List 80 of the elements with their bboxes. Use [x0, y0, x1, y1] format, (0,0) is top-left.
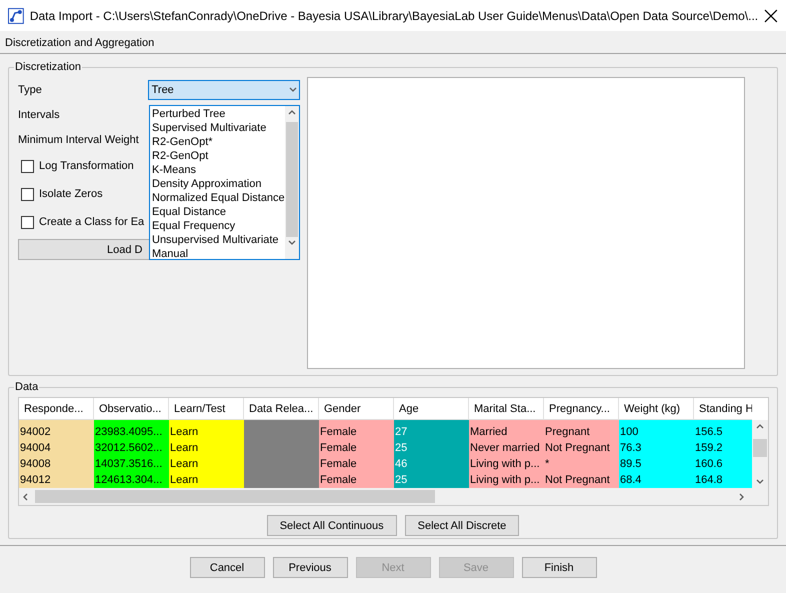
table-cell-text: Female — [319, 457, 358, 472]
checkbox-label: Log Transformation — [39, 160, 134, 172]
table-cell-text: 94004 — [19, 441, 52, 456]
table-cell-text: 156.5 — [694, 425, 724, 440]
scroll-thumb[interactable] — [753, 439, 767, 457]
table-cell-text: Learn — [169, 457, 200, 472]
dropdown-option[interactable]: R2-GenOpt* — [150, 135, 285, 149]
table-cell-text: Female — [319, 441, 358, 456]
column-header[interactable]: Learn/Test — [169, 398, 244, 420]
footer-button[interactable]: Cancel — [190, 557, 264, 578]
field-label: Intervals — [18, 108, 61, 120]
table-cell-text: 89.5 — [619, 457, 642, 472]
column-header[interactable]: Responde... — [19, 398, 94, 420]
table-cell-text: 14037.3516... — [94, 457, 164, 472]
dropdown-option[interactable]: Equal Frequency — [150, 219, 285, 233]
footer-button[interactable]: Previous — [272, 557, 348, 578]
column-header[interactable]: Age — [394, 398, 469, 420]
checkbox[interactable] — [21, 188, 34, 200]
table-cell-text: Living with p... — [469, 473, 541, 488]
dropdown-option[interactable]: K-Means — [150, 163, 285, 177]
table-cell-text: 25 — [394, 441, 408, 456]
table-cell-text: 68.4 — [619, 473, 642, 488]
table-cell-text: Female — [319, 473, 358, 488]
table-cell-text: Married — [469, 425, 508, 440]
table-cell-text: Never married — [469, 441, 541, 456]
table-cell-text: Learn — [169, 425, 200, 440]
table-cell-text: 23983.4095... — [94, 425, 164, 440]
table-cell-text: 159.2 — [694, 441, 724, 456]
checkbox-label: Isolate Zeros — [39, 188, 103, 200]
dropdown-option[interactable]: R2-GenOpt — [150, 149, 285, 163]
table-cell-text: 160.6 — [694, 457, 724, 472]
table-cell-text: Learn — [169, 441, 200, 456]
footer-button[interactable]: Finish — [522, 557, 596, 578]
dropdown-option[interactable]: Density Approximation — [150, 177, 285, 191]
column-header[interactable]: Pregnancy... — [544, 398, 619, 420]
table-cell-text: 100 — [619, 425, 640, 440]
step-title: Discretization and Aggregation — [5, 37, 154, 49]
table-cell-text: * — [544, 457, 550, 472]
table-cell-text: Not Pregnant — [544, 473, 611, 488]
table-cell-text: 27 — [394, 425, 408, 440]
table-cell-text: 94002 — [19, 425, 52, 440]
table-cell-text: 46 — [394, 457, 408, 472]
checkbox-label: Create a Class for Ea — [39, 216, 144, 228]
table-cell-text: 94012 — [19, 473, 52, 488]
dropdown-option[interactable]: Supervised Multivariate — [150, 121, 285, 135]
scrollbar[interactable] — [752, 420, 768, 488]
select-button[interactable]: Select All Continuous — [266, 515, 397, 536]
column-header[interactable]: Observatio... — [94, 398, 169, 420]
checkbox[interactable] — [21, 160, 34, 172]
column-header[interactable]: Weight (kg) — [619, 398, 694, 420]
table-cell-text: 76.3 — [619, 441, 642, 456]
scrollbar[interactable] — [19, 488, 768, 505]
column-header[interactable]: Gender — [319, 398, 394, 420]
field-label: Minimum Interval Weight — [18, 134, 140, 146]
table-cell-text: 164.8 — [694, 473, 724, 488]
table-cell-text: 124613.304... — [94, 473, 164, 488]
field-label: Type — [18, 84, 43, 96]
select-button[interactable]: Select All Discrete — [404, 515, 520, 536]
table-cell-text: Living with p... — [469, 457, 541, 472]
column-header[interactable]: Marital Sta... — [469, 398, 544, 420]
dropdown-option[interactable]: Manual — [150, 247, 285, 261]
dropdown-option[interactable]: Perturbed Tree — [150, 107, 285, 121]
table-cell-text: 32012.5602... — [94, 441, 164, 456]
table-cell-text: Pregnant — [544, 425, 591, 440]
table-cell-text: 94008 — [19, 457, 52, 472]
dropdown-option[interactable]: Normalized Equal Distance — [150, 191, 285, 205]
scroll-thumb[interactable] — [286, 122, 298, 237]
table-cell-text: Female — [319, 425, 358, 440]
scroll-thumb[interactable] — [35, 490, 435, 503]
type-dropdown[interactable]: Tree — [148, 80, 300, 100]
window-title: Data Import - C:\Users\StefanConrady\OneDrive - Bayesia USA\Library\BayesiaLab User Guide\Menus\Data\Open Data Source\Demo\... — [30, 8, 758, 22]
table-cell-text: Learn — [169, 473, 200, 488]
close-icon[interactable] — [764, 8, 778, 22]
dropdown-option[interactable]: Equal Distance — [150, 205, 285, 219]
table-cell-text: Not Pregnant — [544, 441, 611, 456]
table-cell-text: 25 — [394, 473, 408, 488]
app-icon — [8, 8, 24, 24]
column-header[interactable]: Data Relea... — [244, 398, 319, 420]
scrollbar[interactable] — [285, 106, 299, 259]
checkbox[interactable] — [21, 216, 34, 228]
